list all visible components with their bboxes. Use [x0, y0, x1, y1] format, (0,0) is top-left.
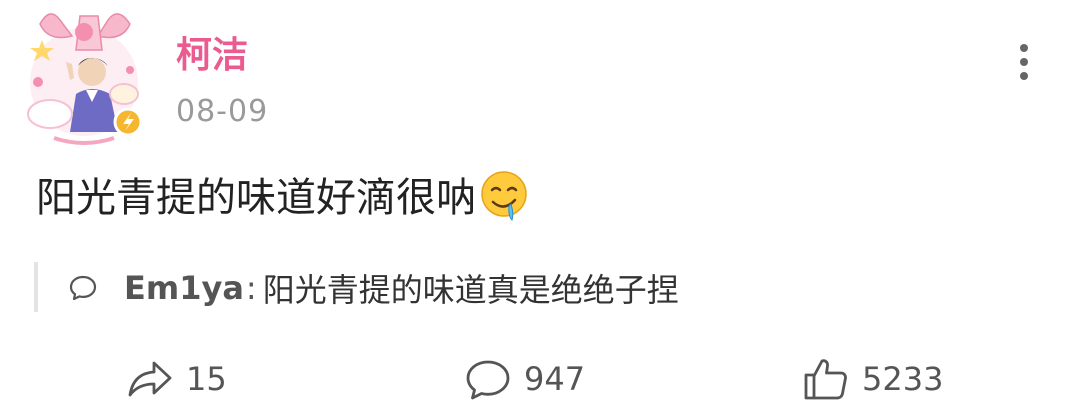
avatar[interactable]	[20, 10, 148, 146]
comment-button[interactable]: 947	[464, 354, 585, 404]
comment-separator: :	[245, 269, 257, 307]
comment-text: 阳光青提的味道真是绝绝子捏	[262, 271, 679, 309]
comment-bubble-icon	[69, 275, 97, 301]
comment-icon	[466, 360, 510, 400]
drooling-face-icon	[481, 171, 527, 221]
like-button[interactable]: 5233	[802, 354, 943, 404]
post-content: 阳光青提的味道好滴很呐	[36, 170, 530, 226]
like-count: 5233	[862, 360, 944, 398]
share-arrow-icon	[128, 361, 172, 397]
repost-button[interactable]: 15	[126, 354, 227, 404]
comment-count: 947	[524, 360, 586, 398]
post-timestamp: 08-09	[176, 94, 269, 129]
comment-author[interactable]: Em1ya	[124, 269, 244, 307]
verified-badge-icon	[113, 107, 143, 137]
post-text: 阳光青提的味道好滴很呐	[36, 175, 476, 221]
repost-count: 15	[186, 360, 227, 398]
username[interactable]: 柯洁	[176, 34, 248, 78]
quoted-comment[interactable]: Em1ya: 阳光青提的味道真是绝绝子捏	[68, 266, 679, 310]
more-options-icon[interactable]	[1012, 40, 1036, 84]
quote-divider	[34, 262, 38, 312]
thumbs-up-icon	[804, 359, 847, 400]
